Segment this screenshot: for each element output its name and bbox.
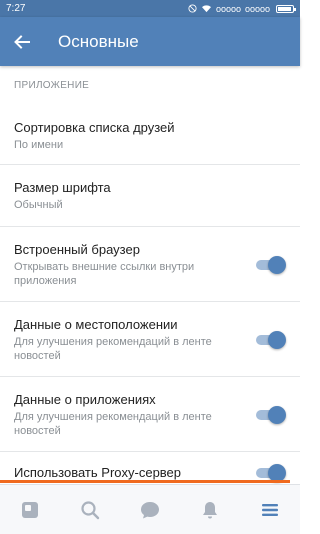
setting-text: Данные о приложениях Для улучшения реком… bbox=[14, 391, 254, 438]
setting-friends-sort[interactable]: Сортировка списка друзей По имени bbox=[0, 106, 300, 165]
setting-description: Открывать внешние ссылки внутри приложен… bbox=[14, 260, 195, 287]
location-data-toggle[interactable] bbox=[254, 329, 286, 349]
wifi-icon bbox=[201, 5, 211, 13]
bottom-nav bbox=[0, 484, 300, 534]
news-icon bbox=[22, 501, 38, 518]
setting-title: Данные о приложениях bbox=[14, 391, 156, 407]
settings-content: ПРИЛОЖЕНИЕ Сортировка списка друзей По и… bbox=[0, 66, 300, 484]
setting-title: Размер шрифта bbox=[14, 180, 111, 195]
section-header: ПРИЛОЖЕНИЕ bbox=[14, 80, 90, 91]
status-icons: ooooo ooooo bbox=[188, 3, 296, 14]
apps-data-toggle[interactable] bbox=[254, 404, 286, 424]
setting-font-size[interactable]: Размер шрифта Обычный bbox=[0, 165, 300, 227]
setting-description: Для улучшения рекомендаций в ленте новос… bbox=[14, 335, 212, 362]
messages-icon bbox=[141, 501, 159, 518]
accent-divider bbox=[0, 480, 290, 483]
menu-icon bbox=[262, 503, 278, 516]
setting-text: Встроенный браузер Открывать внешние ссы… bbox=[14, 241, 254, 288]
search-icon bbox=[81, 500, 100, 519]
nav-notifications[interactable] bbox=[190, 490, 230, 530]
setting-text: Использовать Proxy-сервер bbox=[14, 464, 254, 481]
setting-text: Размер шрифта Обычный bbox=[14, 179, 286, 212]
setting-title: Использовать Proxy-сервер bbox=[14, 464, 182, 480]
nav-menu[interactable] bbox=[250, 490, 290, 530]
proxy-toggle[interactable] bbox=[254, 462, 286, 482]
nav-search[interactable] bbox=[70, 490, 110, 530]
toggle-thumb bbox=[268, 331, 286, 349]
no-sim-icon bbox=[188, 4, 197, 13]
setting-title: Встроенный браузер bbox=[14, 241, 140, 257]
setting-location-data[interactable]: Данные о местоположении Для улучшения ре… bbox=[0, 302, 300, 377]
setting-value: По имени bbox=[14, 138, 64, 151]
signal-strength-2: ooooo bbox=[244, 3, 270, 14]
toggle-thumb bbox=[268, 406, 286, 424]
setting-value: Обычный bbox=[14, 199, 63, 211]
notifications-icon bbox=[203, 501, 217, 518]
setting-text: Сортировка списка друзей По имени bbox=[14, 119, 286, 152]
status-bar: 7:27 ooooo ooooo bbox=[0, 0, 300, 17]
page-title: Основные bbox=[58, 31, 139, 51]
back-button[interactable] bbox=[0, 17, 44, 66]
battery-icon bbox=[276, 4, 296, 13]
toggle-thumb bbox=[268, 256, 286, 274]
setting-title: Сортировка списка друзей bbox=[14, 119, 175, 135]
setting-description: Для улучшения рекомендаций в ленте новос… bbox=[14, 410, 212, 437]
setting-title: Данные о местоположении bbox=[14, 316, 178, 332]
builtin-browser-toggle[interactable] bbox=[254, 254, 286, 274]
app-bar: Основные bbox=[0, 17, 300, 66]
setting-text: Данные о местоположении Для улучшения ре… bbox=[14, 316, 254, 363]
setting-builtin-browser[interactable]: Встроенный браузер Открывать внешние ссы… bbox=[0, 227, 300, 302]
nav-news[interactable] bbox=[10, 490, 50, 530]
setting-apps-data[interactable]: Данные о приложениях Для улучшения реком… bbox=[0, 377, 300, 452]
signal-strength-1: ooooo bbox=[215, 3, 241, 14]
nav-messages[interactable] bbox=[130, 490, 170, 530]
status-time: 7:27 bbox=[6, 3, 26, 14]
arrow-left-icon bbox=[14, 34, 30, 49]
